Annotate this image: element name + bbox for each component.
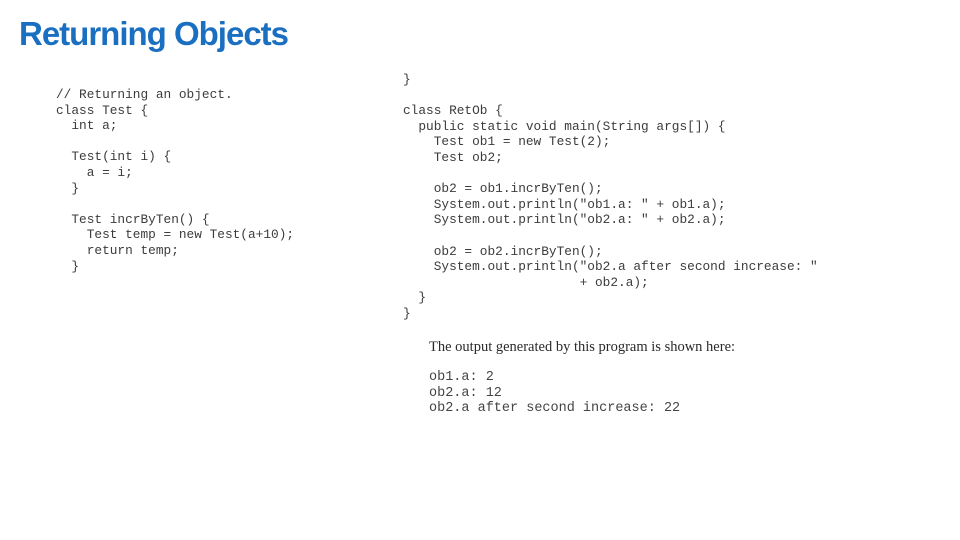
code-line: Test ob1 = new Test(2); bbox=[403, 134, 611, 150]
output-line: ob1.a: 2 bbox=[429, 370, 494, 385]
code-line: } bbox=[403, 290, 427, 306]
output-line: ob2.a after second increase: 22 bbox=[429, 401, 681, 416]
code-line: + ob2.a); bbox=[403, 274, 649, 290]
code-line: ob2 = ob2.incrByTen(); bbox=[403, 243, 603, 259]
code-line: System.out.println("ob1.a: " + ob1.a); bbox=[403, 196, 726, 212]
code-line: System.out.println("ob2.a after second i… bbox=[403, 259, 818, 275]
code-block-test-class: // Returning an object. class Test { int … bbox=[56, 87, 294, 274]
code-line: return temp; bbox=[56, 242, 179, 258]
code-line: } bbox=[56, 258, 80, 274]
code-line: } bbox=[403, 72, 411, 87]
output-line: ob2.a: 12 bbox=[429, 385, 502, 401]
code-line: class Test { bbox=[56, 102, 149, 118]
code-line: // Returning an object. bbox=[56, 87, 233, 102]
code-line: Test(int i) { bbox=[56, 149, 172, 165]
output-caption: The output generated by this program is … bbox=[429, 339, 736, 355]
code-line: System.out.println("ob2.a: " + ob2.a); bbox=[403, 212, 726, 228]
code-line: } bbox=[56, 180, 80, 196]
code-line: Test temp = new Test(a+10); bbox=[56, 227, 295, 243]
slide-title: Returning Objects bbox=[19, 15, 289, 52]
code-line: public static void main(String args[]) { bbox=[403, 118, 726, 134]
code-line: class RetOb { bbox=[403, 103, 503, 119]
code-line: Test ob2; bbox=[403, 149, 503, 165]
code-line: } bbox=[403, 305, 411, 321]
code-line: Test incrByTen() { bbox=[56, 211, 210, 227]
program-output: ob1.a: 2 ob2.a: 12 ob2.a after second incr… bbox=[429, 370, 680, 417]
code-line: a = i; bbox=[56, 164, 133, 180]
code-line: int a; bbox=[56, 118, 118, 134]
code-line: ob2 = ob1.incrByTen(); bbox=[403, 181, 603, 197]
code-block-retob-class: } class RetOb { public static void main(S… bbox=[403, 72, 818, 322]
